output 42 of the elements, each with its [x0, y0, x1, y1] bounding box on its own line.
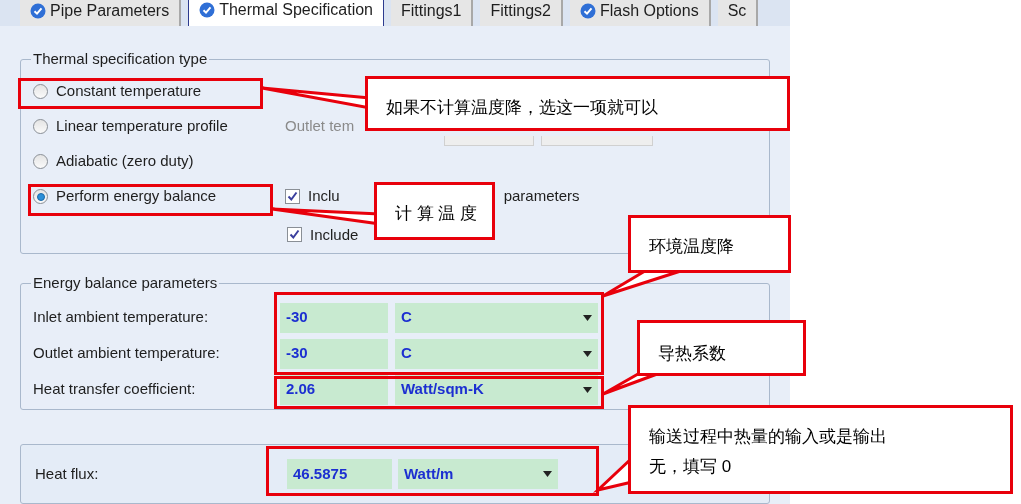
group-title: Energy balance parameters [32, 273, 219, 293]
callout-note: 计 算 温 度 [374, 182, 495, 240]
value-field[interactable]: 46.5875 [287, 459, 392, 489]
dropdown-arrow-icon [583, 350, 592, 357]
field-label: Heat transfer coefficient: [33, 379, 197, 400]
option-label: Linear temperature profile [56, 116, 228, 137]
value-field[interactable]: -30 [280, 302, 388, 333]
tab[interactable]: Fittings1 [391, 0, 474, 26]
radio-button[interactable] [33, 189, 48, 204]
group-title: Thermal specification type [32, 49, 209, 69]
unit-dropdown[interactable]: C [395, 338, 598, 369]
dropdown-arrow-icon [543, 471, 552, 477]
unit-dropdown[interactable]: Watt/m [398, 459, 558, 489]
callout-note: 输送过程中热量的输入或是输出无，填写 0 [628, 405, 1013, 494]
checkbox[interactable] [287, 227, 302, 243]
value-field[interactable]: -30 [280, 338, 388, 369]
check-badge-icon [579, 3, 596, 19]
field-label: Inlet ambient temperature: [33, 307, 210, 328]
checkbox-label: parameters [503, 186, 580, 207]
check-badge-icon [30, 3, 46, 19]
field-label: Outlet tem [285, 116, 355, 137]
radio-button[interactable] [33, 154, 48, 169]
option-label: Adiabatic (zero duty) [56, 151, 194, 172]
tab[interactable]: Thermal Specification [188, 0, 384, 26]
radio-button[interactable] [33, 84, 48, 99]
check-badge-icon [199, 2, 216, 18]
option-label: Perform energy balance [56, 186, 217, 207]
dropdown-arrow-icon [583, 386, 592, 393]
callout-note: 如果不计算温度降，选这一项就可以 [365, 76, 790, 131]
checkbox[interactable] [285, 189, 300, 204]
checkbox-label: Include [310, 224, 359, 245]
tab[interactable]: Flash Options [569, 0, 711, 26]
field-label: Outlet ambient temperature: [33, 343, 221, 364]
checkbox-label: Inclu [308, 186, 340, 207]
tab[interactable]: Pipe Parameters [20, 0, 182, 26]
dropdown-arrow-icon [583, 314, 592, 321]
tab[interactable]: Sc [717, 0, 759, 26]
unit-dropdown[interactable]: C [395, 302, 598, 333]
option-label: Constant temperature [56, 81, 202, 102]
tab[interactable]: Fittings2 [480, 0, 563, 26]
field-label: Heat flux: [35, 463, 100, 484]
radio-button[interactable] [33, 119, 48, 134]
